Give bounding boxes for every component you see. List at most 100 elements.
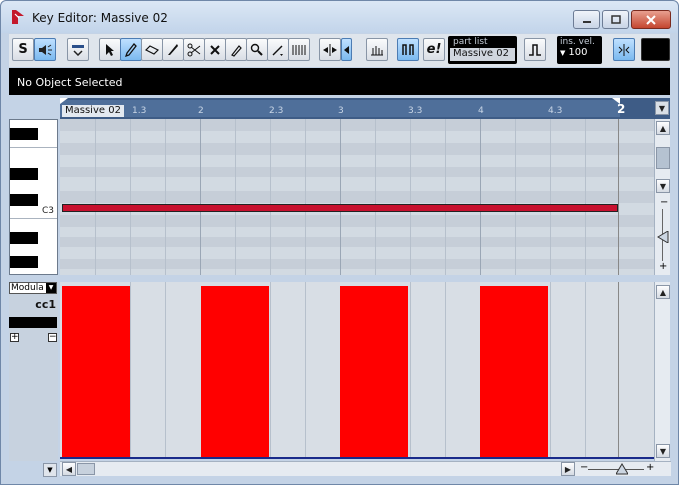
- insert-velocity-field[interactable]: ins. vel. ▼ 100: [557, 36, 602, 64]
- zoom-handle-icon[interactable]: [657, 231, 669, 243]
- horizontal-zoom-slider[interactable]: − +: [578, 462, 654, 476]
- black-key: [10, 128, 38, 140]
- grid-line: [618, 119, 619, 275]
- snap-button[interactable]: [397, 38, 419, 61]
- lane-menu-button[interactable]: ▼: [43, 463, 57, 477]
- selection-status: No Object Selected: [17, 76, 123, 89]
- controller-lane-selector[interactable]: Modula ▼: [9, 282, 57, 294]
- zoom-in-icon: +: [646, 462, 655, 473]
- autoscroll-dropdown[interactable]: [341, 38, 352, 61]
- controller-lane[interactable]: [60, 282, 654, 459]
- grid-line: [410, 282, 411, 459]
- cubase-logo-icon: [12, 10, 24, 24]
- grid-line: [305, 282, 306, 459]
- grid-line: [235, 119, 236, 275]
- controller-event-bar[interactable]: [201, 286, 269, 459]
- grid-line: [585, 119, 586, 275]
- grid-line: [445, 119, 446, 275]
- show-info-button[interactable]: [67, 38, 89, 61]
- editor-toolbar: S e! part list Massive 02 ins. vel. ▼ 10…: [9, 34, 670, 67]
- grid-row: [60, 237, 654, 247]
- glue-tool[interactable]: [225, 38, 247, 61]
- scroll-down-button[interactable]: ▼: [656, 444, 670, 458]
- step-input-button[interactable]: [524, 38, 546, 61]
- time-warp-tool[interactable]: [288, 38, 310, 61]
- grid-row: [60, 167, 654, 177]
- scroll-left-button[interactable]: ◀: [62, 462, 76, 476]
- scroll-thumb[interactable]: [656, 147, 670, 169]
- arrow-pointer-icon: [106, 43, 114, 56]
- note-grid[interactable]: [60, 119, 654, 275]
- part-list-label: part list: [453, 37, 488, 47]
- grid-line: [480, 119, 481, 275]
- maximize-button[interactable]: [602, 10, 629, 29]
- minimize-button[interactable]: [573, 10, 600, 29]
- knife-icon: [168, 43, 178, 55]
- minimize-icon: [582, 20, 591, 23]
- scroll-down-button[interactable]: ▼: [656, 179, 670, 193]
- grid-line: [270, 282, 271, 459]
- ruler-tick: 2: [198, 106, 204, 116]
- close-button[interactable]: [631, 10, 671, 29]
- ruler-tick: 3.3: [408, 106, 423, 116]
- grid-line: [375, 119, 376, 275]
- close-icon: [646, 14, 656, 25]
- zoom-out-icon: −: [580, 462, 589, 473]
- line-tool[interactable]: [267, 38, 289, 61]
- autoscroll-button[interactable]: [319, 38, 341, 61]
- add-lane-button[interactable]: +: [10, 333, 19, 342]
- grid-line: [515, 119, 516, 275]
- part-list-selector[interactable]: part list Massive 02: [448, 36, 517, 64]
- zoom-handle-icon[interactable]: [616, 463, 628, 475]
- trim-tool[interactable]: [162, 38, 184, 61]
- midi-note-c3[interactable]: [62, 204, 618, 212]
- horizontal-scrollbar[interactable]: ◀ ▶ − +: [60, 461, 671, 476]
- black-key: [10, 168, 38, 180]
- scroll-up-button[interactable]: ▲: [656, 121, 670, 135]
- draw-tool[interactable]: [120, 38, 142, 61]
- cc-number-label: cc1: [35, 298, 56, 311]
- part-list-value: Massive 02: [450, 48, 515, 61]
- glue-tube-icon: [231, 44, 242, 57]
- controller-value-display: [9, 317, 57, 328]
- color-scheme-button[interactable]: [641, 38, 670, 61]
- piano-keyboard[interactable]: C3: [9, 119, 58, 275]
- ruler[interactable]: Massive 02 1.3 2 2.3 3 3.3 4 4.3 2: [60, 98, 654, 119]
- scroll-up-button[interactable]: ▲: [656, 285, 670, 299]
- chevron-down-icon: ▼: [560, 48, 566, 57]
- key-divider: [10, 218, 57, 219]
- ruler-tick: 2.3: [269, 106, 284, 116]
- title-bar: Key Editor: Massive 02: [1, 1, 678, 33]
- scroll-right-button[interactable]: ▶: [561, 462, 575, 476]
- grid-line: [585, 282, 586, 459]
- controller-event-bar[interactable]: [62, 286, 130, 459]
- split-tool[interactable]: [183, 38, 205, 61]
- independent-track-loop-button[interactable]: [613, 38, 635, 61]
- controller-event-bar[interactable]: [340, 286, 408, 459]
- grid-row: [60, 215, 654, 227]
- controller-event-bar[interactable]: [480, 286, 548, 459]
- edit-in-place-button[interactable]: e!: [423, 38, 445, 61]
- quantize-button[interactable]: [366, 38, 388, 61]
- grid-line: [618, 282, 619, 459]
- mute-tool[interactable]: [204, 38, 226, 61]
- object-selection-tool[interactable]: [99, 38, 121, 61]
- remove-lane-button[interactable]: −: [48, 333, 57, 342]
- acoustic-feedback-button[interactable]: [34, 38, 56, 61]
- quantize-icon: [371, 45, 383, 55]
- controller-lane-panel: Modula ▼ cc1 + − ▼: [9, 282, 58, 477]
- pencil-icon: [125, 42, 137, 57]
- grid-line: [200, 119, 201, 275]
- erase-tool[interactable]: [141, 38, 163, 61]
- zoom-tool[interactable]: [246, 38, 268, 61]
- magnifier-icon: [250, 43, 263, 56]
- note-vertical-scrollbar[interactable]: ▲ ▼: [654, 119, 670, 195]
- controller-vertical-scrollbar[interactable]: ▲ ▼: [654, 282, 670, 461]
- grid-line: [130, 119, 131, 275]
- vertical-zoom-slider[interactable]: − +: [654, 195, 670, 275]
- scroll-thumb[interactable]: [77, 463, 95, 475]
- scissors-icon: [187, 43, 201, 56]
- ruler-menu-button[interactable]: ▼: [654, 98, 670, 119]
- black-key: [10, 232, 38, 244]
- solo-button[interactable]: S: [12, 38, 34, 61]
